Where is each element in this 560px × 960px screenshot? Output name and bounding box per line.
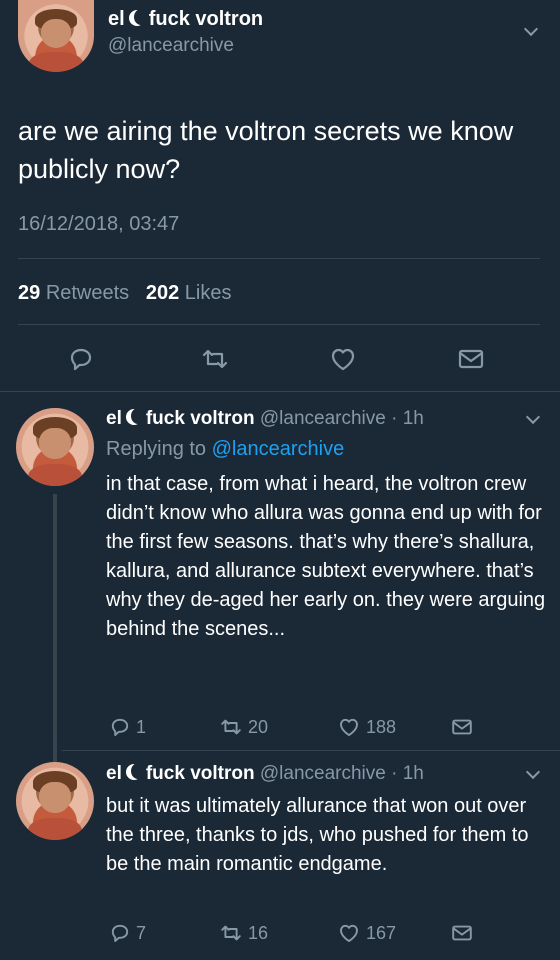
avatar[interactable] — [18, 0, 94, 72]
reply-tweet[interactable]: el fuck voltron @lancearchive · 1h but it… — [0, 750, 560, 960]
like-button[interactable]: 188 — [336, 715, 396, 739]
reply-header: el fuck voltron @lancearchive · 1h — [106, 763, 424, 784]
dm-button[interactable] — [456, 344, 486, 374]
dm-icon — [458, 349, 484, 369]
retweet-icon — [221, 925, 241, 941]
likes-stat[interactable]: 202 Likes — [146, 282, 232, 304]
tweet-text: are we airing the voltron secrets we kno… — [18, 116, 514, 184]
avatar[interactable] — [16, 762, 94, 840]
tweet-text: but it was ultimately allurance that won… — [106, 795, 529, 875]
moon-icon — [125, 408, 145, 425]
reply-count: 7 — [136, 922, 147, 943]
reply-header: el fuck voltron @lancearchive · 1h — [106, 408, 424, 429]
tweet-text: in that case, from what i heard, the vol… — [106, 473, 546, 640]
reply-button[interactable]: 1 — [108, 715, 146, 739]
retweet-button[interactable] — [199, 344, 231, 374]
retweets-stat[interactable]: 29 Retweets — [18, 282, 129, 304]
moon-icon — [128, 9, 148, 26]
chevron-down-icon[interactable] — [525, 409, 541, 425]
avatar[interactable] — [16, 408, 94, 486]
reply-button[interactable] — [66, 344, 96, 374]
like-count: 188 — [366, 716, 397, 737]
tweet-stats: 29 Retweets 202 Likes — [18, 282, 232, 305]
main-tweet: el fuck voltron @lancearchive are we airi… — [0, 0, 560, 391]
reply-icon — [111, 924, 129, 942]
timestamp[interactable]: 16/12/2018, 03:47 — [18, 213, 179, 236]
retweet-count: 16 — [248, 922, 269, 943]
retweet-count: 20 — [248, 716, 269, 737]
handle[interactable]: @lancearchive — [108, 35, 234, 57]
thread-line — [53, 750, 57, 762]
reply-icon — [70, 348, 92, 371]
divider — [18, 258, 540, 259]
like-icon — [340, 924, 358, 942]
retweet-icon — [221, 719, 241, 735]
reply-tweet[interactable]: el fuck voltron @lancearchive · 1h Replyi… — [0, 392, 560, 750]
chevron-down-icon[interactable] — [523, 21, 539, 37]
retweet-icon — [202, 349, 228, 369]
moon-icon — [125, 763, 145, 780]
thread-line — [53, 494, 57, 750]
dm-button[interactable] — [450, 921, 474, 945]
like-count: 167 — [366, 922, 397, 943]
like-button[interactable]: 167 — [336, 921, 396, 945]
retweet-button[interactable]: 16 — [218, 921, 268, 945]
like-icon — [340, 718, 358, 736]
divider — [18, 324, 540, 325]
like-icon — [331, 348, 355, 371]
display-name[interactable]: el fuck voltron — [108, 8, 263, 31]
reply-button[interactable]: 7 — [108, 921, 146, 945]
like-button[interactable] — [328, 344, 358, 374]
dm-icon — [452, 925, 472, 941]
dm-button[interactable] — [450, 715, 474, 739]
reply-count: 1 — [136, 716, 147, 737]
replying-to: Replying to @lancearchive — [106, 438, 345, 460]
chevron-down-icon[interactable] — [525, 764, 541, 780]
reply-icon — [111, 718, 129, 736]
retweet-button[interactable]: 20 — [218, 715, 268, 739]
dm-icon — [452, 719, 472, 735]
